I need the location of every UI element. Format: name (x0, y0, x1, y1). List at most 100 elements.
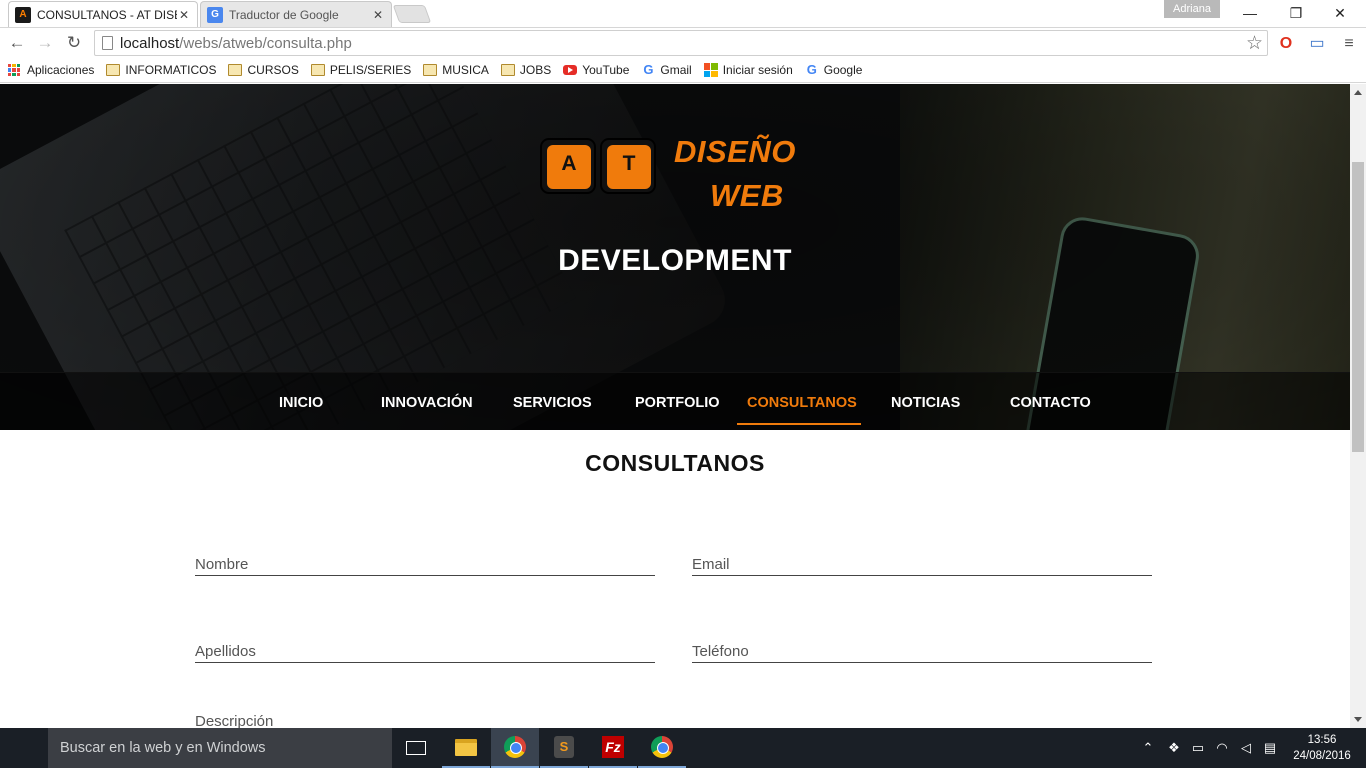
taskbar-search-box[interactable]: Buscar en la web y en Windows (48, 728, 392, 768)
taskbar-sublime-text[interactable]: S (540, 728, 588, 768)
forward-arrow-icon[interactable]: → (33, 31, 57, 55)
opera-vpn-extension-icon[interactable]: O (1275, 33, 1297, 55)
bookmark-label: Aplicaciones (27, 63, 95, 77)
folder-icon (500, 64, 515, 76)
bookmark-label: PELIS/SERIES (329, 63, 412, 77)
reload-icon[interactable]: ↻ (62, 31, 86, 55)
volume-tray-icon[interactable]: ◁ (1236, 728, 1256, 768)
bookmark-iniciar-sesion[interactable]: Iniciar sesión (703, 63, 793, 77)
windows-start-button[interactable] (0, 728, 48, 768)
nav-consultanos[interactable]: CONSULTANOS (747, 395, 857, 411)
tab-title: CONSULTANOS - AT DISEÑO (37, 7, 177, 22)
folder-icon (106, 64, 121, 76)
scroll-up-icon[interactable] (1354, 90, 1362, 95)
email-field[interactable]: Email (692, 550, 1152, 576)
bookmark-label: YouTube (582, 63, 630, 77)
folder-icon (310, 64, 325, 76)
bookmarks-bar: Aplicaciones INFORMATICOS CURSOS PELIS/S… (0, 58, 1366, 83)
page-viewport: A T DISEÑO WEB DEVELOPMENT INICIO INNOVA… (0, 84, 1350, 728)
descripcion-field[interactable]: Descripción (195, 708, 1152, 728)
apps-icon (8, 64, 20, 76)
section-title: CONSULTANOS (585, 450, 765, 476)
scroll-down-icon[interactable] (1354, 717, 1362, 722)
close-tab-icon[interactable]: ✕ (177, 8, 191, 22)
restore-window-icon[interactable]: ❐ (1276, 2, 1316, 24)
logo-word-web: WEB (710, 178, 784, 213)
minimize-window-icon[interactable]: — (1230, 2, 1270, 24)
nav-inicio[interactable]: INICIO (279, 395, 323, 411)
browser-tab-strip: A CONSULTANOS - AT DISEÑO ✕ G Traductor … (0, 0, 1366, 28)
nav-contacto[interactable]: CONTACTO (1010, 395, 1091, 411)
file-explorer-icon (455, 738, 477, 756)
bookmark-jobs[interactable]: JOBS (500, 63, 552, 77)
filezilla-icon: Fz (602, 736, 624, 758)
taskbar-clock[interactable]: 13:56 24/08/2016 (1282, 732, 1362, 764)
bookmark-label: JOBS (519, 63, 552, 77)
new-tab-button[interactable] (392, 5, 432, 23)
hero-banner: A T DISEÑO WEB DEVELOPMENT INICIO INNOVA… (0, 84, 1350, 430)
action-center-icon[interactable]: ▤ (1260, 728, 1280, 768)
bookmark-label: INFORMATICOS (125, 63, 217, 77)
battery-tray-icon[interactable]: ▭ (1188, 728, 1208, 768)
nav-innovacion[interactable]: INNOVACIÓN (381, 395, 473, 411)
hero-title: DEVELOPMENT (558, 244, 792, 277)
logo-key-a: A (540, 138, 596, 194)
task-view-button[interactable] (392, 728, 440, 768)
wifi-tray-icon[interactable]: ◠ (1212, 728, 1232, 768)
youtube-icon (563, 65, 578, 75)
show-hidden-icons-chevron-icon[interactable]: ⌃ (1140, 728, 1156, 768)
taskbar-chrome[interactable] (491, 728, 539, 768)
task-view-icon (406, 741, 426, 755)
bookmark-label: MUSICA (442, 63, 489, 77)
chrome-icon (504, 736, 526, 758)
chrome-icon (651, 736, 673, 758)
logo-word-diseno: DISEÑO (674, 134, 796, 169)
close-window-icon[interactable]: ✕ (1320, 2, 1360, 24)
bookmark-gmail[interactable]: G Gmail (641, 62, 691, 78)
google-translate-icon: G (207, 6, 223, 23)
telefono-field[interactable]: Teléfono (692, 637, 1152, 663)
descripcion-label: Descripción (195, 713, 274, 728)
page-icon (102, 36, 113, 50)
address-bar[interactable]: localhost/webs/atweb/consulta.php ☆ (94, 30, 1268, 56)
browser-toolbar: ← → ↻ localhost/webs/atweb/consulta.php … (0, 28, 1366, 58)
page-scrollbar[interactable] (1350, 84, 1366, 728)
profile-button[interactable]: Adriana (1164, 0, 1220, 18)
apellidos-label: Apellidos (195, 643, 256, 660)
taskbar-chrome-2[interactable] (638, 728, 686, 768)
google-icon: G (643, 62, 654, 77)
bookmark-cursos[interactable]: CURSOS (228, 63, 299, 77)
bookmark-musica[interactable]: MUSICA (423, 63, 489, 77)
close-tab-icon[interactable]: ✕ (371, 8, 385, 22)
chrome-menu-icon[interactable]: ≡ (1338, 33, 1360, 55)
at-logo-icon: A (15, 6, 31, 23)
nombre-label: Nombre (195, 556, 249, 573)
apellidos-field[interactable]: Apellidos (195, 637, 655, 663)
main-navigation: INICIO INNOVACIÓN SERVICIOS PORTFOLIO CO… (0, 372, 1350, 430)
dropbox-tray-icon[interactable]: ❖ (1164, 728, 1184, 768)
tab-google-translate[interactable]: G Traductor de Google ✕ (200, 1, 392, 27)
scrollbar-thumb[interactable] (1352, 162, 1364, 452)
nombre-field[interactable]: Nombre (195, 550, 655, 576)
bookmark-pelis-series[interactable]: PELIS/SERIES (310, 63, 412, 77)
bookmark-google[interactable]: G Google (805, 63, 863, 78)
nav-servicios[interactable]: SERVICIOS (513, 395, 592, 411)
bookmark-star-icon[interactable]: ☆ (1246, 32, 1263, 55)
cast-extension-icon[interactable]: ▭ (1306, 33, 1328, 55)
back-arrow-icon[interactable]: ← (5, 31, 29, 55)
clock-time: 13:56 (1307, 734, 1337, 746)
site-logo[interactable]: A T DISEÑO WEB (540, 134, 810, 254)
taskbar-filezilla[interactable]: Fz (589, 728, 637, 768)
sublime-text-icon: S (554, 736, 574, 758)
windows-taskbar: Buscar en la web y en Windows S Fz ⌃ ❖ ▭… (0, 728, 1366, 768)
taskbar-file-explorer[interactable] (442, 728, 490, 768)
bookmark-youtube[interactable]: YouTube (563, 63, 629, 77)
tab-consultanos[interactable]: A CONSULTANOS - AT DISEÑO ✕ (8, 1, 198, 27)
email-label: Email (692, 556, 730, 573)
nav-noticias[interactable]: NOTICIAS (891, 395, 960, 411)
bookmark-apps[interactable]: Aplicaciones (8, 63, 94, 77)
logo-key-t: T (600, 138, 656, 194)
bookmark-informaticos[interactable]: INFORMATICOS (106, 63, 216, 77)
nav-portfolio[interactable]: PORTFOLIO (635, 395, 720, 411)
url-text: localhost/webs/atweb/consulta.php (120, 35, 352, 52)
